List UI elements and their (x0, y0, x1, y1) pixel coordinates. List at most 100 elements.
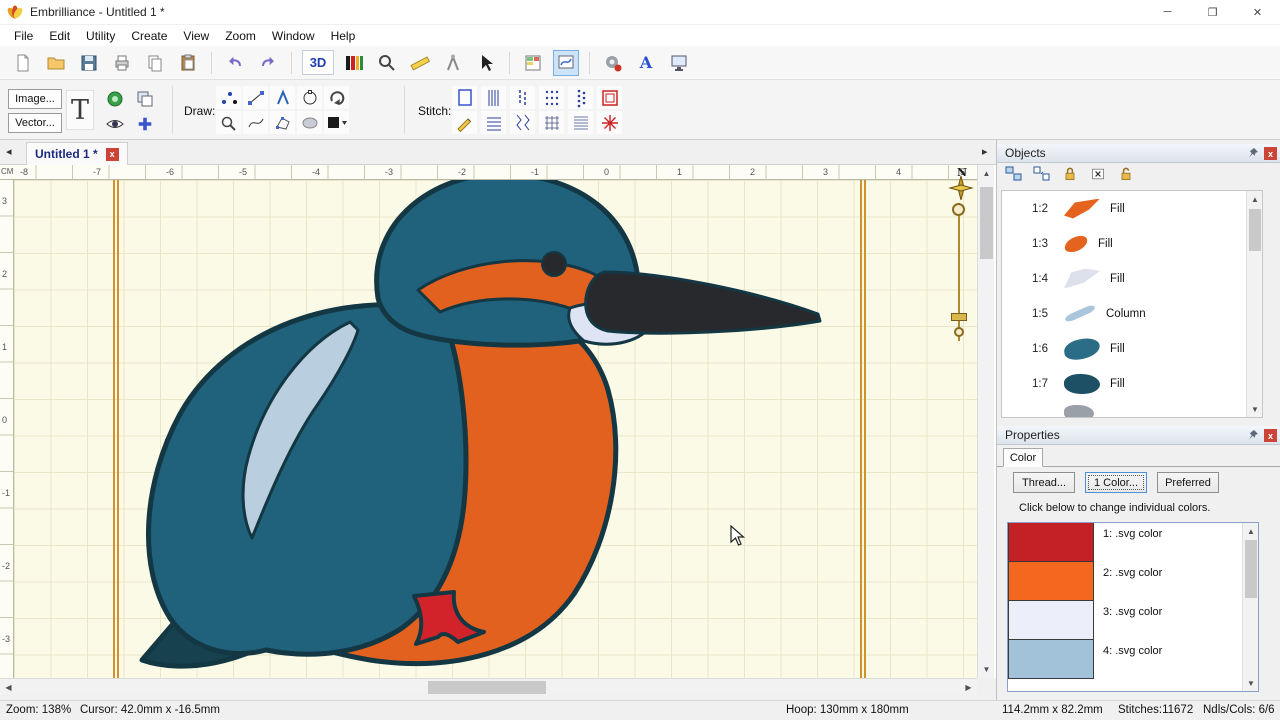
object-row-1-3[interactable]: 1:3 Fill (1002, 226, 1262, 261)
export-monitor-button[interactable] (666, 50, 692, 76)
object-row-1-7[interactable]: 1:7 Fill (1002, 366, 1262, 401)
fill-object-beak[interactable] (586, 272, 820, 333)
pin-icon[interactable] (1247, 429, 1259, 441)
thread-button[interactable]: Thread... (1013, 472, 1075, 493)
scroll-down-icon[interactable]: ▼ (1247, 401, 1263, 417)
ungroup-icon[interactable] (1031, 164, 1053, 184)
add-plus-button[interactable] (132, 112, 158, 136)
copy-button[interactable] (142, 50, 168, 76)
stitch-zigzag-tool[interactable] (510, 111, 535, 134)
open-file-button[interactable] (43, 50, 69, 76)
menu-zoom[interactable]: Zoom (217, 29, 264, 43)
compass-orientation-control[interactable]: N (944, 166, 978, 204)
maximize-button[interactable]: ❐ (1190, 0, 1235, 25)
menu-view[interactable]: View (175, 29, 217, 43)
tab-close-icon[interactable]: x (106, 148, 119, 161)
zoom-slider-handle[interactable] (951, 313, 967, 321)
menu-file[interactable]: File (6, 29, 41, 43)
draw-curve-tool[interactable] (243, 111, 268, 134)
pin-icon[interactable] (1247, 147, 1259, 159)
draw-circle-tool[interactable] (297, 86, 322, 109)
color-row-1[interactable]: 1: .svg color (1008, 523, 1258, 562)
tab-color[interactable]: Color (1003, 448, 1043, 467)
save-button[interactable] (76, 50, 102, 76)
stitch-pattern-frame-tool[interactable] (597, 86, 622, 109)
text-tool-button[interactable]: T (66, 90, 94, 130)
unlock-icon[interactable] (1115, 164, 1137, 184)
properties-panel-close-icon[interactable]: x (1264, 429, 1277, 442)
color-chart-button[interactable] (341, 50, 367, 76)
object-row-1-2[interactable]: 1:2 Fill (1002, 191, 1262, 226)
object-row-1-6[interactable]: 1:6 Fill (1002, 331, 1262, 366)
color-row-3[interactable]: 3: .svg color (1008, 601, 1258, 640)
fill-object-eye[interactable] (542, 252, 566, 276)
stitch-eye-button[interactable] (102, 87, 128, 111)
tab-scroll-left-icon[interactable]: ◂ (6, 145, 12, 158)
scroll-down-icon[interactable]: ▼ (1243, 675, 1259, 691)
object-row-1-4[interactable]: 1:4 Fill (1002, 261, 1262, 296)
canvas-vertical-scrollbar[interactable]: ▲ ▼ (977, 165, 994, 678)
delete-x-icon[interactable] (1087, 164, 1109, 184)
lettering-button[interactable]: A (633, 50, 659, 76)
zoom-tool-button[interactable] (374, 50, 400, 76)
document-tab[interactable]: Untitled 1 * x (26, 142, 128, 165)
menu-window[interactable]: Window (264, 29, 323, 43)
draw-points-tool[interactable] (216, 86, 241, 109)
image-button[interactable]: Image... (8, 89, 62, 109)
scroll-down-icon[interactable]: ▼ (978, 661, 995, 678)
select-arrow-button[interactable] (473, 50, 499, 76)
canvas-horizontal-scrollbar[interactable]: ◀ ▶ (0, 678, 977, 695)
draw-ellipse-tool[interactable] (297, 111, 322, 134)
stitch-grid-tool[interactable] (539, 111, 564, 134)
lock-icon[interactable] (1059, 164, 1081, 184)
duplicate-button[interactable] (132, 87, 158, 111)
design-window-button[interactable] (553, 50, 579, 76)
draw-column-tool[interactable] (270, 86, 295, 109)
scroll-up-icon[interactable]: ▲ (1247, 191, 1263, 207)
one-color-button[interactable]: 1 Color... (1085, 472, 1147, 493)
visibility-eye-button[interactable] (102, 112, 128, 136)
scroll-up-icon[interactable]: ▲ (1243, 523, 1259, 539)
object-row-1-5[interactable]: 1:5 Column (1002, 296, 1262, 331)
scroll-left-icon[interactable]: ◀ (0, 679, 17, 696)
color-list-scrollbar[interactable]: ▲ ▼ (1242, 523, 1258, 691)
vertical-scroll-thumb[interactable] (980, 187, 993, 259)
stitch-pencil-tool[interactable] (452, 111, 477, 134)
menu-help[interactable]: Help (323, 29, 364, 43)
draw-zoom-tool[interactable] (216, 111, 241, 134)
stitch-snowflake-tool[interactable] (597, 111, 622, 134)
zoom-slider-top-icon[interactable] (952, 203, 965, 216)
stitch-dot-column-tool[interactable] (568, 86, 593, 109)
color-swatch[interactable] (1008, 600, 1094, 640)
menu-utility[interactable]: Utility (78, 29, 123, 43)
draw-rotate-tool[interactable] (324, 86, 349, 109)
new-file-button[interactable] (10, 50, 36, 76)
tab-scroll-right-icon[interactable]: ▸ (982, 145, 988, 158)
preferred-button[interactable]: Preferred (1157, 472, 1219, 493)
design-canvas[interactable] (14, 180, 977, 678)
color-swatch[interactable] (1008, 639, 1094, 679)
settings-gear-button[interactable] (600, 50, 626, 76)
measure-ruler-button[interactable] (407, 50, 433, 76)
color-swatch[interactable] (1008, 522, 1094, 562)
zoom-slider-bottom-icon[interactable] (954, 327, 964, 337)
draw-bezier-tool[interactable] (243, 86, 268, 109)
undo-button[interactable] (222, 50, 248, 76)
objects-list-scrollbar[interactable]: ▲ ▼ (1246, 191, 1262, 417)
color-row-4[interactable]: 4: .svg color (1008, 640, 1258, 679)
paste-button[interactable] (175, 50, 201, 76)
draw-polygon-tool[interactable] (270, 111, 295, 134)
menu-edit[interactable]: Edit (41, 29, 78, 43)
color-row-2[interactable]: 2: .svg color (1008, 562, 1258, 601)
design-object-kingfisher[interactable] (14, 180, 977, 678)
stitch-outline-tool[interactable] (452, 86, 477, 109)
stitch-satin-tool[interactable] (481, 111, 506, 134)
group-icon[interactable] (1003, 164, 1025, 184)
object-properties-button[interactable] (520, 50, 546, 76)
compass-tool-button[interactable] (440, 50, 466, 76)
stitch-dense-fill-tool[interactable] (568, 111, 593, 134)
objects-scroll-thumb[interactable] (1249, 209, 1261, 251)
stitch-motif-tool[interactable] (539, 86, 564, 109)
close-button[interactable]: ✕ (1235, 0, 1280, 25)
scroll-up-icon[interactable]: ▲ (978, 165, 995, 182)
